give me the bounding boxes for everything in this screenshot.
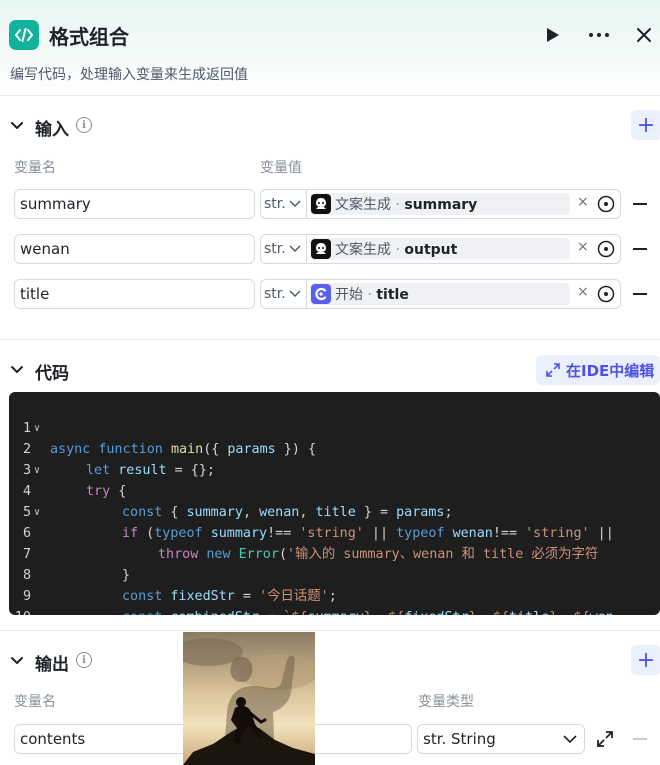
output-section-title: 输出 (35, 655, 69, 675)
code-line: 9 const combinedStr = `${summary}, ${fix… (9, 565, 660, 615)
reference-chip: 开始 · title (310, 283, 570, 305)
remove-input-button[interactable] (633, 203, 647, 205)
line-number: 10 (9, 607, 31, 615)
info-icon[interactable]: i (76, 652, 92, 668)
code-section-title: 代码 (35, 364, 69, 384)
edit-in-ide-label: 在IDE中编辑 (566, 361, 655, 380)
code-line: 3 ∨ try { (9, 439, 660, 499)
chevron-down-icon[interactable] (9, 361, 25, 377)
section-divider (0, 339, 660, 340)
input-section-title: 输入 (35, 120, 69, 140)
chevron-down-icon (289, 245, 301, 253)
code-line: 10 result.contents = combinedStr; (9, 586, 660, 615)
output-type-select[interactable]: str. String (417, 724, 585, 754)
code-line: 7 } (9, 523, 660, 583)
code-line: 6 throw new Error('输入的 summary、wenan 和 t… (9, 502, 660, 562)
type-label: str. (264, 241, 286, 257)
chevron-down-icon (563, 735, 577, 744)
info-icon[interactable]: i (76, 117, 92, 133)
edit-in-ide-button[interactable]: 在IDE中编辑 (536, 355, 660, 385)
input-reference-field[interactable]: 文案生成 · output × (306, 234, 621, 264)
code-line: 1 ∨ async function main({ params }) { (9, 397, 660, 457)
code-line: 8 const fixedStr = '今日话题'; (9, 544, 660, 604)
node-header: 格式组合 编写代码，处理输入变量来生成返回值 (0, 0, 660, 96)
input-name-field[interactable]: title (14, 279, 255, 309)
play-icon (547, 28, 559, 42)
output-col-name-label: 变量名 (14, 694, 56, 710)
remove-input-button[interactable] (633, 248, 647, 250)
expand-icon[interactable] (597, 731, 613, 747)
add-input-button[interactable]: + (631, 110, 660, 140)
robot-icon (311, 194, 331, 214)
close-icon (637, 28, 651, 42)
add-output-button[interactable]: + (631, 645, 660, 675)
chevron-down-icon[interactable] (9, 117, 25, 133)
output-section-header[interactable]: 输出 i + (0, 645, 660, 675)
reference-node-name: 文案生成 (335, 197, 391, 213)
input-section-header[interactable]: 输入 i + (0, 110, 660, 140)
run-button[interactable] (538, 20, 568, 50)
node-title[interactable]: 格式组合 (49, 21, 129, 50)
start-icon (311, 284, 331, 304)
reference-var-name: title (376, 287, 409, 303)
reference-chip: 文案生成 · output (310, 238, 570, 260)
variable-select-icon[interactable] (597, 195, 615, 213)
input-name-field[interactable]: summary (14, 189, 255, 219)
clear-reference-icon[interactable]: × (577, 284, 589, 300)
code-icon (9, 20, 39, 50)
chevron-down-icon (289, 200, 301, 208)
expand-icon (546, 363, 560, 377)
reference-chip: 文案生成 · summary (310, 193, 570, 215)
chevron-down-icon (289, 290, 301, 298)
close-button[interactable] (629, 20, 659, 50)
reference-var-name: summary (404, 197, 478, 213)
input-col-name-label: 变量名 (14, 160, 56, 176)
output-type-label: str. String (423, 730, 496, 748)
type-label: str. (264, 286, 286, 302)
reference-node-name: 文案生成 (335, 242, 391, 258)
type-label: str. (264, 196, 286, 212)
more-icon (589, 33, 609, 37)
input-reference-field[interactable]: 开始 · title × (306, 279, 621, 309)
more-button[interactable] (584, 20, 614, 50)
code-line: 5 ∨ if (typeof summary!== 'string' || typ… (9, 481, 660, 541)
chevron-down-icon[interactable] (9, 652, 25, 668)
code-line: 4 const { summary, wenan, title } = para… (9, 460, 660, 520)
code-line: 2 let result = {}; (9, 418, 660, 478)
output-col-type-label: 变量类型 (418, 694, 474, 710)
robot-icon (311, 239, 331, 259)
input-reference-field[interactable]: 文案生成 · summary × (306, 189, 621, 219)
variable-select-icon[interactable] (597, 285, 615, 303)
clear-reference-icon[interactable]: × (577, 194, 589, 210)
input-type-select[interactable]: str. (260, 279, 306, 309)
clear-reference-icon[interactable]: × (577, 239, 589, 255)
reference-node-name: 开始 (335, 287, 363, 303)
remove-input-button[interactable] (633, 293, 647, 295)
variable-select-icon[interactable] (597, 240, 615, 258)
code-editor[interactable]: 1 ∨ async function main({ params }) { 2 l… (9, 392, 660, 615)
input-name-field[interactable]: wenan (14, 234, 255, 264)
input-col-value-label: 变量值 (260, 160, 302, 176)
input-type-select[interactable]: str. (260, 234, 306, 264)
remove-output-button[interactable] (633, 738, 647, 740)
reference-var-name: output (404, 242, 458, 258)
section-divider (0, 630, 660, 631)
overlay-photo (183, 632, 315, 765)
input-type-select[interactable]: str. (260, 189, 306, 219)
node-description: 编写代码，处理输入变量来生成返回值 (10, 67, 248, 83)
